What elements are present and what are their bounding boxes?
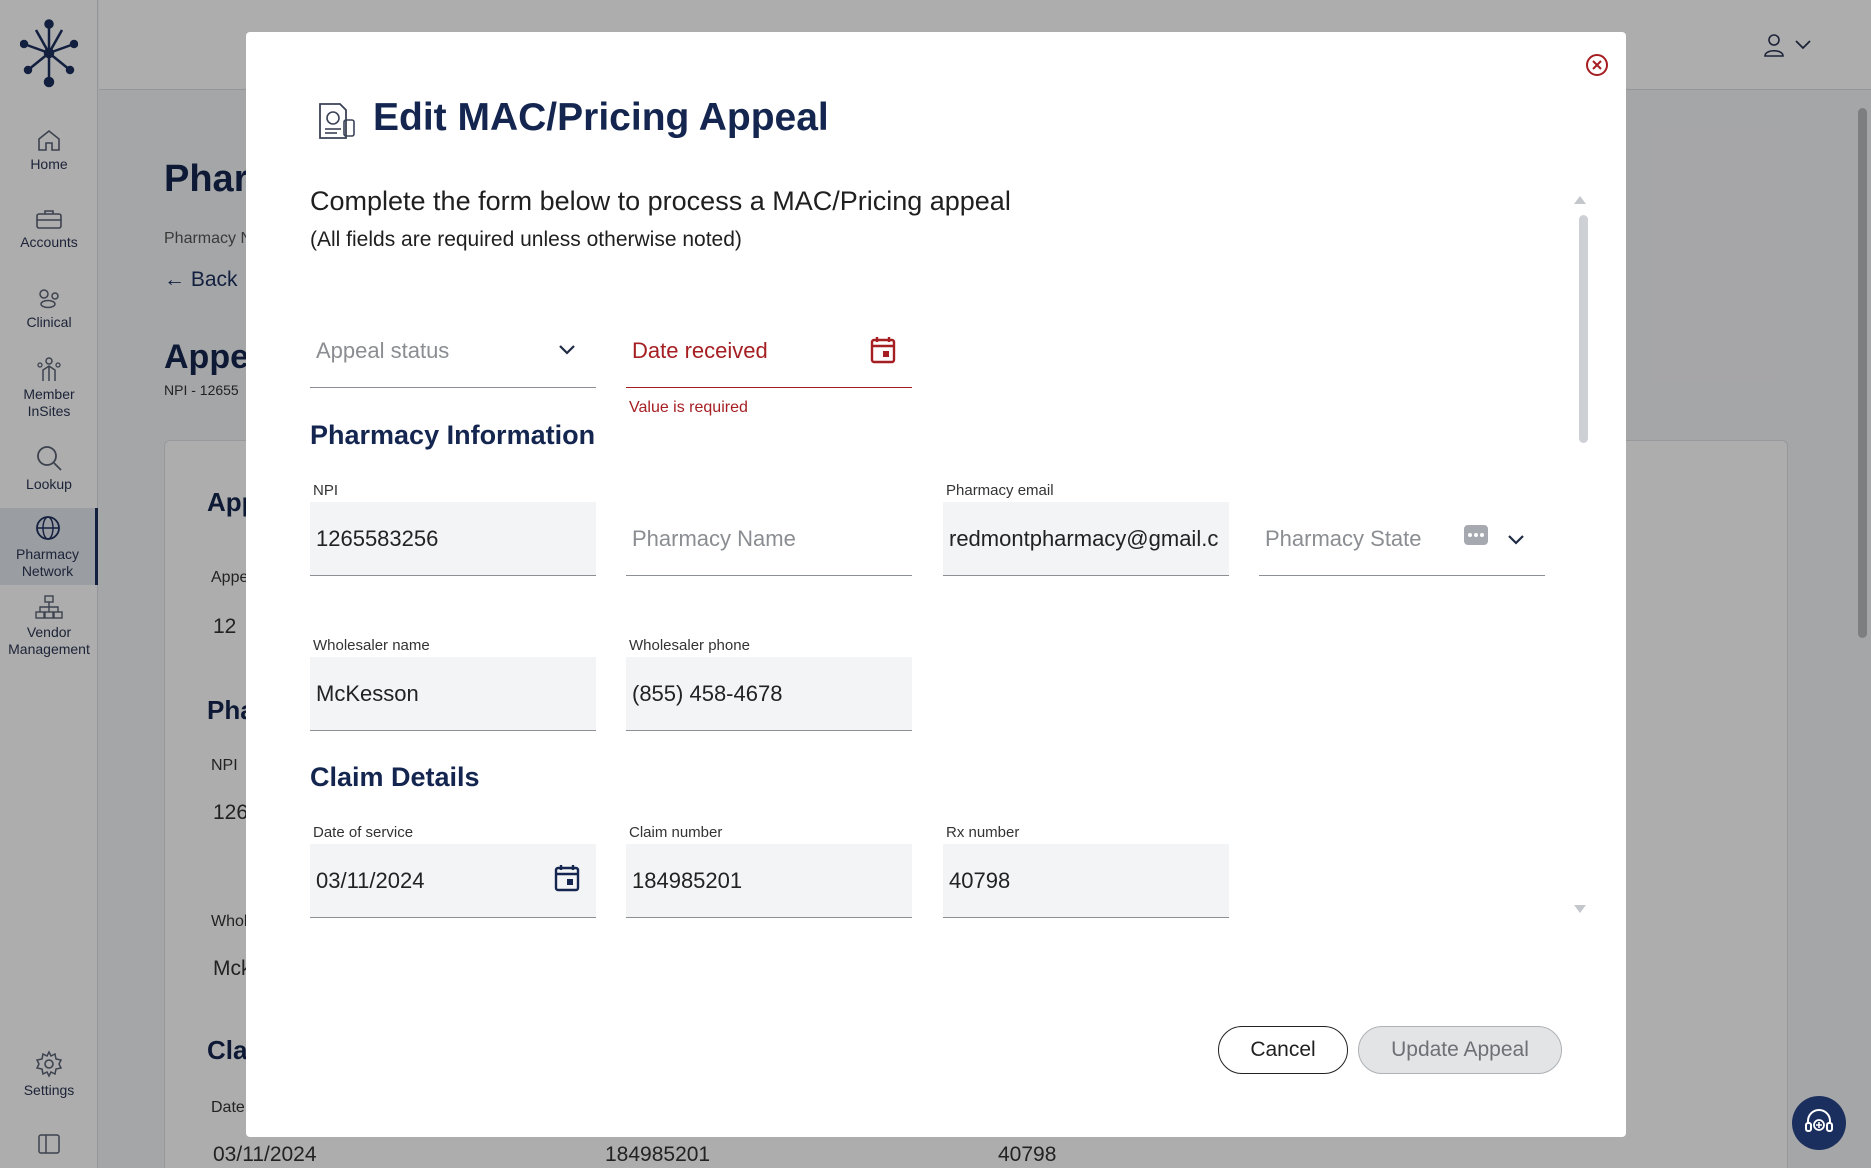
claim-section-heading: Claim Details bbox=[310, 762, 480, 792]
autofill-icon[interactable] bbox=[1463, 524, 1489, 546]
wholesaler-phone-field[interactable]: Wholesaler phone (855) 458-4678 bbox=[626, 637, 912, 731]
appeal-status-placeholder: Appeal status bbox=[316, 338, 450, 363]
rx-number-field[interactable]: Rx number 40798 bbox=[943, 824, 1229, 918]
date-of-service-field[interactable]: Date of service 03/11/2024 bbox=[310, 824, 596, 918]
cancel-button[interactable]: Cancel bbox=[1218, 1026, 1348, 1074]
pharmacy-section-heading: Pharmacy Information bbox=[310, 420, 596, 450]
date-received-placeholder: Date received bbox=[632, 338, 768, 363]
pharmacy-name-placeholder: Pharmacy Name bbox=[632, 526, 796, 551]
claim-number-value: 184985201 bbox=[632, 868, 743, 893]
pharmacy-email-field[interactable]: Pharmacy email redmontpharmacy@gmail.com bbox=[943, 482, 1229, 576]
date-received-error: Value is required bbox=[629, 399, 748, 416]
chevron-down-icon bbox=[1508, 535, 1524, 545]
scroll-up-arrow[interactable] bbox=[1574, 196, 1586, 204]
modal-title: Edit MAC/Pricing Appeal bbox=[373, 96, 829, 139]
npi-field[interactable]: NPI 1265583256 bbox=[310, 482, 596, 576]
chevron-down-icon bbox=[559, 345, 575, 355]
appeal-document-icon bbox=[319, 103, 355, 139]
close-icon[interactable] bbox=[1582, 50, 1612, 80]
edit-appeal-modal: Edit MAC/Pricing Appeal Complete the for… bbox=[246, 32, 1626, 1137]
date-of-service-label: Date of service bbox=[313, 824, 414, 841]
wholesaler-name-label: Wholesaler name bbox=[313, 637, 430, 654]
form-intro: Complete the form below to process a MAC… bbox=[310, 186, 1011, 216]
rx-number-value: 40798 bbox=[949, 868, 1011, 893]
pharmacy-name-field[interactable]: Pharmacy Name bbox=[626, 502, 912, 576]
modal-scrollbar-thumb[interactable] bbox=[1579, 215, 1588, 443]
scroll-down-arrow[interactable] bbox=[1574, 905, 1586, 913]
pharmacy-state-placeholder: Pharmacy State bbox=[1265, 526, 1422, 551]
claim-number-field[interactable]: Claim number 184985201 bbox=[626, 824, 912, 918]
calendar-icon[interactable] bbox=[870, 336, 896, 364]
rx-number-label: Rx number bbox=[946, 824, 1020, 841]
update-appeal-button[interactable]: Update Appeal bbox=[1358, 1026, 1562, 1074]
wholesaler-name-value: McKesson bbox=[316, 681, 419, 706]
pharmacy-email-label: Pharmacy email bbox=[946, 482, 1054, 499]
date-of-service-value: 03/11/2024 bbox=[316, 868, 425, 893]
pharmacy-email-value: redmontpharmacy@gmail.com bbox=[949, 526, 1219, 551]
wholesaler-phone-value: (855) 458-4678 bbox=[632, 681, 783, 706]
wholesaler-phone-label: Wholesaler phone bbox=[629, 637, 750, 654]
wholesaler-name-field[interactable]: Wholesaler name McKesson bbox=[310, 637, 596, 731]
npi-value: 1265583256 bbox=[316, 526, 439, 551]
date-received-field[interactable]: Date received bbox=[626, 314, 912, 388]
claim-number-label: Claim number bbox=[629, 824, 723, 841]
calendar-icon[interactable] bbox=[554, 864, 580, 892]
pharmacy-state-select[interactable]: Pharmacy State bbox=[1259, 502, 1545, 576]
support-chat-button[interactable] bbox=[1792, 1096, 1846, 1150]
appeal-status-select[interactable]: Appeal status bbox=[310, 314, 596, 388]
form-required-note: (All fields are required unless otherwis… bbox=[310, 228, 742, 251]
headset-icon bbox=[1805, 1109, 1833, 1132]
npi-label: NPI bbox=[313, 482, 339, 499]
